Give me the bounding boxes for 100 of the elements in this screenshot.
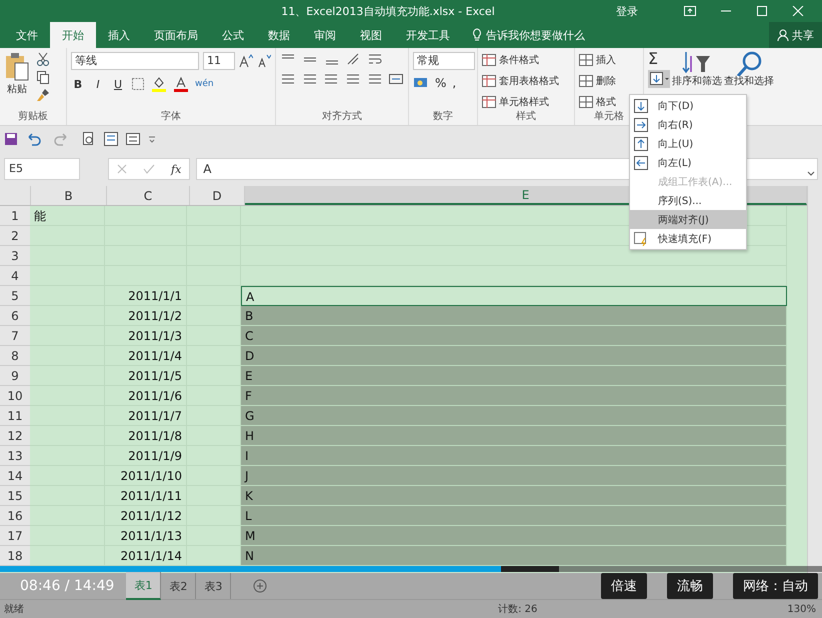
row-header[interactable]: 9 bbox=[0, 366, 30, 386]
row-header[interactable]: 17 bbox=[0, 526, 30, 546]
phonetic-button[interactable]: wén bbox=[195, 79, 214, 89]
form-icon[interactable] bbox=[104, 132, 118, 146]
scissors-icon[interactable] bbox=[36, 52, 50, 66]
paste-button[interactable]: 粘贴 bbox=[4, 52, 30, 109]
cells-menu-button[interactable]: 删除 bbox=[579, 73, 639, 88]
row-header[interactable]: 1 bbox=[0, 206, 30, 226]
row-header[interactable]: 11 bbox=[0, 406, 30, 426]
ribbon-tab[interactable]: 开发工具 bbox=[394, 22, 462, 48]
table-cell: 2011/1/5 bbox=[105, 366, 187, 386]
align-lines-icon[interactable] bbox=[345, 72, 361, 86]
ribbon-tab[interactable]: 数据 bbox=[256, 22, 302, 48]
table-cell: N bbox=[241, 546, 787, 566]
share-button[interactable]: 共享 bbox=[769, 22, 822, 48]
fill-color-icon[interactable] bbox=[151, 76, 167, 92]
add-sheet-icon[interactable] bbox=[253, 579, 268, 593]
styles-menu-button[interactable]: 条件格式 bbox=[482, 52, 570, 67]
flash-fill-icon bbox=[634, 232, 648, 246]
row-header[interactable]: 5 bbox=[0, 286, 30, 306]
player-button[interactable]: 倍速 bbox=[601, 573, 647, 599]
arrow-up-icon bbox=[634, 136, 648, 150]
player-button[interactable]: 网络：自动 bbox=[733, 573, 818, 599]
copy-icon[interactable] bbox=[36, 70, 50, 84]
ribbon-display-icon[interactable] bbox=[684, 6, 696, 16]
font-name-field[interactable]: 等线 bbox=[71, 52, 199, 70]
currency-icon[interactable] bbox=[413, 76, 429, 90]
row-header[interactable]: 3 bbox=[0, 246, 30, 266]
ribbon-tab[interactable]: 视图 bbox=[348, 22, 394, 48]
row-header[interactable]: 14 bbox=[0, 466, 30, 486]
wrap-text-icon[interactable] bbox=[368, 52, 384, 66]
font-size-field[interactable]: 11 bbox=[203, 52, 235, 70]
video-progress-track[interactable] bbox=[0, 566, 822, 572]
align-lines-icon[interactable] bbox=[323, 72, 340, 86]
clipboard-icon bbox=[4, 52, 30, 82]
sign-in-link[interactable]: 登录 bbox=[616, 4, 638, 18]
ribbon-tab[interactable]: 文件 bbox=[4, 22, 50, 48]
status-count: 计数: 26 bbox=[498, 602, 538, 616]
row-header[interactable]: 7 bbox=[0, 326, 30, 346]
row-header[interactable]: 2 bbox=[0, 226, 30, 246]
underline-button[interactable]: U bbox=[111, 78, 125, 90]
styles-menu-button[interactable]: 单元格样式 bbox=[482, 94, 570, 109]
row-header[interactable]: 10 bbox=[0, 386, 30, 406]
row-header[interactable]: 6 bbox=[0, 306, 30, 326]
row-header[interactable]: 4 bbox=[0, 266, 30, 286]
find-select-button[interactable]: 查找和选择 bbox=[724, 50, 774, 88]
row-header[interactable]: 15 bbox=[0, 486, 30, 506]
row-header[interactable]: 18 bbox=[0, 546, 30, 566]
cells-menu-button[interactable]: 插入 bbox=[579, 52, 639, 67]
ribbon-tab[interactable]: 审阅 bbox=[302, 22, 348, 48]
number-format-field[interactable]: 常规 bbox=[413, 52, 475, 70]
menu-item[interactable]: 向上(U) bbox=[630, 134, 746, 153]
vertical-scrollbar[interactable] bbox=[807, 186, 822, 573]
paintbrush-icon[interactable] bbox=[36, 88, 50, 102]
percent-button[interactable]: % bbox=[435, 76, 446, 90]
column-header[interactable]: C bbox=[107, 186, 190, 205]
tell-me-field[interactable]: 告诉我你想要做什么 bbox=[486, 22, 585, 48]
table-cell: 2011/1/2 bbox=[105, 306, 187, 326]
align-lines-icon[interactable] bbox=[366, 72, 382, 86]
group-label: 数字 bbox=[432, 110, 454, 124]
maximize-icon[interactable] bbox=[756, 6, 768, 16]
print-preview-icon[interactable] bbox=[82, 132, 96, 146]
row-header[interactable]: 16 bbox=[0, 506, 30, 526]
name-box[interactable]: E5 bbox=[4, 158, 80, 180]
shrink-font-icon[interactable] bbox=[257, 54, 271, 68]
styles-menu-button[interactable]: 套用表格格式 bbox=[482, 73, 570, 88]
fill-down-icon[interactable] bbox=[648, 70, 670, 88]
ribbon-tab[interactable]: 公式 bbox=[210, 22, 256, 48]
italic-button[interactable]: I bbox=[91, 78, 105, 90]
border-icon[interactable] bbox=[131, 77, 145, 91]
row-header[interactable]: 13 bbox=[0, 446, 30, 466]
ribbon-tab[interactable]: 开始 bbox=[50, 22, 96, 48]
row-header[interactable]: 12 bbox=[0, 426, 30, 446]
insert-function-button[interactable]: fx bbox=[171, 162, 182, 176]
expand-icon[interactable] bbox=[806, 170, 816, 178]
font-color-icon[interactable] bbox=[173, 76, 189, 92]
table-cell: F bbox=[241, 386, 787, 406]
autosum-button[interactable]: Σ bbox=[648, 50, 670, 68]
align-lines-icon[interactable] bbox=[280, 72, 296, 86]
close-icon[interactable] bbox=[792, 6, 804, 16]
check-icon[interactable] bbox=[143, 164, 155, 174]
ribbon-tab[interactable]: 插入 bbox=[96, 22, 142, 48]
menu-item[interactable]: 快速填充(F) bbox=[630, 229, 746, 248]
bold-button[interactable]: B bbox=[71, 78, 85, 90]
align-lines-icon[interactable] bbox=[302, 72, 318, 86]
ribbon-tab[interactable]: 页面布局 bbox=[142, 22, 210, 48]
column-header[interactable]: B bbox=[31, 186, 107, 205]
zoom-level[interactable]: 130% bbox=[787, 604, 816, 614]
save-icon[interactable] bbox=[4, 132, 18, 146]
grid-icon bbox=[579, 54, 593, 66]
row-header[interactable]: 8 bbox=[0, 346, 30, 366]
sort-filter-button[interactable]: 排序和筛选 bbox=[672, 50, 722, 88]
merge-cells-icon[interactable] bbox=[388, 72, 404, 86]
grow-font-icon[interactable] bbox=[239, 54, 253, 68]
player-button[interactable]: 流畅 bbox=[667, 573, 713, 599]
table-cell: 2011/1/11 bbox=[105, 486, 187, 506]
text-box-icon[interactable] bbox=[126, 132, 140, 146]
menu-item[interactable]: 向右(R) bbox=[630, 115, 746, 134]
menu-item[interactable]: 两端对齐(J) bbox=[630, 210, 746, 229]
comma-button[interactable]: , bbox=[452, 76, 456, 90]
